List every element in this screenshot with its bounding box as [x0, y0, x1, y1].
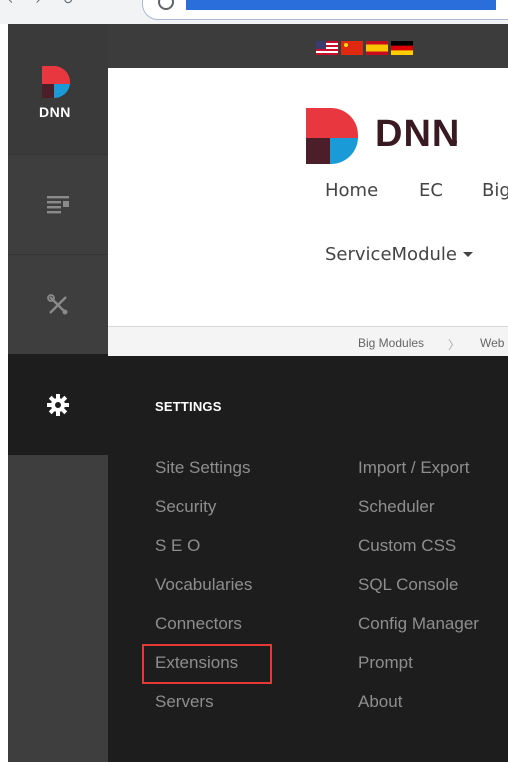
breadcrumb-item-big-modules[interactable]: Big Modules	[358, 336, 424, 350]
menu-item-sql-console[interactable]: SQL Console	[358, 573, 479, 612]
content-icon	[47, 196, 69, 214]
tools-icon	[47, 294, 68, 315]
nav-ec[interactable]: EC	[419, 180, 443, 201]
menu-item-security[interactable]: Security	[155, 495, 252, 534]
persona-item-manage[interactable]	[8, 254, 108, 355]
dnn-site-logo-icon[interactable]	[306, 108, 364, 164]
breadcrumb-item-web[interactable]: Web	[480, 336, 504, 350]
site-logo-text[interactable]: DNN	[375, 113, 460, 156]
site-header: DNN Home EC Big ServiceModule	[108, 68, 508, 326]
breadcrumb: Big Modules 〉 Web	[108, 326, 508, 357]
settings-heading: SETTINGS	[155, 399, 222, 414]
settings-menu-left: Site Settings Security S E O Vocabularie…	[155, 456, 252, 729]
persona-bar: DNN	[8, 24, 108, 762]
nav-service-module-label: ServiceModule	[325, 244, 457, 265]
menu-item-seo[interactable]: S E O	[155, 534, 252, 573]
settings-menu-right: Import / Export Scheduler Custom CSS SQL…	[358, 456, 479, 729]
settings-flyout: SETTINGS Site Settings Security S E O Vo…	[108, 356, 508, 762]
menu-item-servers[interactable]: Servers	[155, 690, 252, 729]
persona-item-settings[interactable]	[8, 354, 108, 455]
nav-big-modules[interactable]: Big	[482, 180, 508, 201]
menu-item-site-settings[interactable]: Site Settings	[155, 456, 252, 495]
spain-flag-icon[interactable]	[366, 41, 388, 55]
persona-item-content[interactable]	[8, 154, 108, 255]
menu-item-prompt[interactable]: Prompt	[358, 651, 479, 690]
gear-icon	[47, 393, 69, 416]
browser-nav-icons[interactable]: ‹ › ↻	[8, 0, 83, 8]
menu-item-scheduler[interactable]: Scheduler	[358, 495, 479, 534]
persona-logo[interactable]: DNN	[8, 24, 108, 154]
caret-down-icon	[462, 252, 473, 257]
menu-item-config-manager[interactable]: Config Manager	[358, 612, 479, 651]
dnn-logo-icon	[42, 66, 70, 99]
china-flag-icon[interactable]	[341, 41, 363, 55]
window-edge	[0, 24, 8, 762]
site-topbar	[108, 24, 508, 68]
language-selector	[316, 41, 413, 55]
menu-item-vocabularies[interactable]: Vocabularies	[155, 573, 252, 612]
germany-flag-icon[interactable]	[391, 41, 413, 55]
breadcrumb-separator: 〉	[448, 338, 461, 352]
persona-logo-text: DNN	[39, 104, 71, 120]
site-logo-dot	[453, 140, 457, 144]
nav-service-module[interactable]: ServiceModule	[325, 244, 473, 265]
extensions-highlight-box	[142, 644, 272, 684]
us-flag-icon[interactable]	[316, 41, 338, 55]
menu-item-custom-css[interactable]: Custom CSS	[358, 534, 479, 573]
menu-item-about[interactable]: About	[358, 690, 479, 729]
nav-home[interactable]: Home	[325, 180, 378, 201]
menu-item-import-export[interactable]: Import / Export	[358, 456, 479, 495]
address-selection	[186, 0, 496, 10]
browser-toolbar: ‹ › ↻	[0, 0, 508, 24]
